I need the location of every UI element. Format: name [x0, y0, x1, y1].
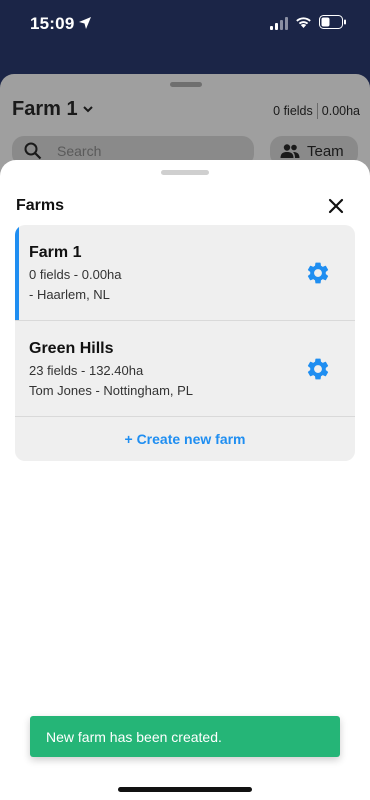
- modal-title: Farms: [16, 197, 65, 214]
- fields-count: 0 fields: [273, 104, 313, 118]
- farm-card-farm-1[interactable]: Farm 1 0 fields - 0.00ha - Haarlem, NL: [15, 225, 355, 320]
- team-icon: [280, 144, 300, 158]
- search-icon: [24, 142, 42, 160]
- farm-name: Green Hills: [29, 340, 114, 357]
- stats-divider: [316, 103, 318, 119]
- close-icon[interactable]: [326, 196, 346, 216]
- battery-icon: [319, 15, 346, 29]
- farm-location: - Haarlem, NL: [29, 287, 110, 302]
- farm-list: Farm 1 0 fields - 0.00ha - Haarlem, NL G…: [15, 225, 355, 461]
- signal-icon: [270, 17, 288, 30]
- drag-handle: [170, 82, 202, 87]
- status-bar: 15:09: [0, 0, 370, 50]
- farm-stats: 0 fields 0.00ha: [273, 103, 360, 119]
- farm-card-green-hills[interactable]: Green Hills 23 fields - 132.40ha Tom Jon…: [15, 321, 355, 416]
- farm-area: 0.00ha: [321, 104, 360, 118]
- gear-icon[interactable]: [305, 356, 331, 382]
- create-new-farm-button[interactable]: + Create new farm: [15, 417, 355, 461]
- farm-meta: 0 fields - 0.00ha: [29, 267, 122, 282]
- wifi-icon: [296, 17, 311, 28]
- chevron-down-icon: [83, 106, 93, 113]
- farm-name: Farm 1: [29, 244, 82, 261]
- location-icon: [79, 17, 91, 29]
- search-placeholder: Search: [57, 143, 102, 159]
- toast-message: New farm has been created.: [46, 729, 222, 745]
- farm-selector-title: Farm 1: [12, 98, 78, 120]
- team-label: Team: [307, 143, 344, 160]
- modal-drag-handle[interactable]: [161, 170, 209, 175]
- gear-icon[interactable]: [305, 260, 331, 286]
- farms-modal: Farms Farm 1 0 fields - 0.00ha - Haarlem…: [0, 160, 370, 800]
- home-indicator[interactable]: [118, 787, 252, 792]
- status-time: 15:09: [30, 14, 75, 33]
- success-toast: New farm has been created.: [30, 716, 340, 757]
- farm-location: Tom Jones - Nottingham, PL: [29, 383, 194, 398]
- farm-meta: 23 fields - 132.40ha: [29, 363, 144, 378]
